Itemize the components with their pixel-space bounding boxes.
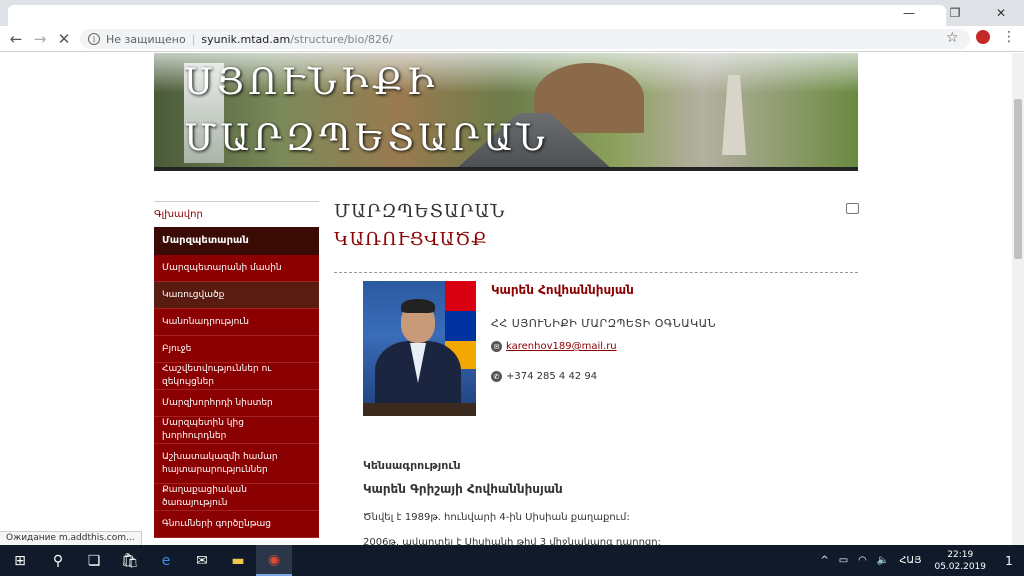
- forward-icon[interactable]: →: [30, 29, 50, 49]
- system-tray: ^ ▭ ◠ 🔈 ՀԱՅ 22:19 05.02.2019 1: [815, 545, 1024, 576]
- sidebar-item-council-sessions[interactable]: Մարզխորհրդի նիստեր: [154, 390, 319, 417]
- windows-start-icon[interactable]: ⊞: [0, 545, 40, 576]
- main-content: ՄԱՐԶՊԵՏԱՐԱՆ ԿԱՌՈՒՑՎԱԾՔ Կարեն Հովհաննիսյա…: [334, 201, 859, 545]
- content-divider: [334, 272, 858, 273]
- browser-menu-icon[interactable]: ⋮: [1002, 29, 1016, 45]
- sidebar-item-about[interactable]: Մարզպետարանի մասին: [154, 255, 319, 282]
- person-email: ✉ karenhov189@mail.ru: [491, 341, 617, 352]
- close-icon[interactable]: ✕: [978, 0, 1024, 26]
- sidebar-item-procurement[interactable]: Գնումների գործընթաց: [154, 511, 319, 538]
- bookmark-star-icon[interactable]: ☆: [946, 30, 959, 46]
- windows-taskbar: ⊞ ⚲ ❏ 🛍 e ✉ ▬ ◉ ^ ▭ ◠ 🔈 ՀԱՅ 22:19 05.02.…: [0, 545, 1024, 576]
- banner-border: [154, 167, 858, 171]
- bio-full-name: Կարեն Գրիշայի Հովհաննիսյան: [363, 482, 563, 496]
- store-icon[interactable]: 🛍: [112, 545, 148, 576]
- email-link[interactable]: karenhov189@mail.ru: [506, 341, 617, 352]
- phone-number: +374 285 4 42 94: [506, 371, 598, 382]
- bio-heading: Կենսագրություն: [363, 459, 461, 472]
- edge-icon[interactable]: e: [148, 545, 184, 576]
- sidebar-item-staff-announcements[interactable]: Աշխատակազմի համար հայտարարություններ: [154, 444, 319, 484]
- address-separator: |: [191, 32, 196, 46]
- input-language[interactable]: ՀԱՅ: [899, 555, 921, 566]
- status-bubble: Ожидание m.addthis.com...: [0, 531, 142, 545]
- page-title: ՄԱՐԶՊԵՏԱՐԱՆ: [334, 201, 506, 222]
- sidebar-item-civil-service[interactable]: Քաղաքացիական ծառայություն: [154, 484, 319, 511]
- browser-title-bar: — ❐ ✕: [0, 0, 1024, 26]
- banner-title-line1: ՍՅՈՒՆԻՔԻ: [184, 62, 439, 103]
- scrollbar-thumb[interactable]: [1014, 99, 1022, 259]
- search-icon[interactable]: ⚲: [40, 545, 76, 576]
- photo-hair: [401, 299, 435, 313]
- sidebar-item-charter[interactable]: Կանոնադրություն: [154, 309, 319, 336]
- browser-toolbar: ← → ✕ i Не защищено | syunik.mtad.am /st…: [0, 26, 1024, 52]
- page-scrollbar[interactable]: [1012, 53, 1024, 545]
- clock-time: 22:19: [947, 549, 974, 560]
- address-bar[interactable]: i Не защищено | syunik.mtad.am /structur…: [80, 29, 970, 49]
- page-viewport: ՍՅՈՒՆԻՔԻ ՄԱՐԶՊԵՏԱՐԱՆ Գլխավոր Մարզպետարան…: [0, 53, 1012, 545]
- flag-blue-stripe: [445, 311, 476, 341]
- print-icon[interactable]: [846, 203, 859, 214]
- page-subtitle: ԿԱՌՈՒՑՎԱԾՔ: [334, 229, 488, 250]
- sidebar-item-structure[interactable]: Կառուցվածք: [154, 282, 319, 309]
- task-view-icon[interactable]: ❏: [76, 545, 112, 576]
- network-icon[interactable]: ▭: [839, 555, 848, 566]
- url-path: /structure/bio/826/: [290, 32, 393, 46]
- bio-paragraph: 2006թ. ավարտել է Սիսիանի թիվ 3 միջնակարգ…: [363, 537, 661, 545]
- back-icon[interactable]: ←: [6, 29, 26, 49]
- browser-tab[interactable]: [8, 5, 946, 26]
- person-photo: [363, 281, 476, 416]
- wifi-icon[interactable]: ◠: [858, 555, 867, 566]
- minimize-icon[interactable]: —: [886, 0, 932, 26]
- bio-paragraph: Ծնվել է 1989թ. հունվարի 4-ին Սիսիան քաղա…: [363, 512, 630, 523]
- window-controls: — ❐ ✕: [886, 0, 1024, 26]
- sidebar-item-councils[interactable]: Մարզպետին կից խորհուրդներ: [154, 417, 319, 444]
- info-icon[interactable]: i: [88, 33, 100, 45]
- extension-icon[interactable]: [976, 30, 990, 44]
- file-explorer-icon[interactable]: ▬: [220, 545, 256, 576]
- phone-icon: ✆: [491, 371, 502, 382]
- banner-title: ՍՅՈՒՆԻՔԻ ՄԱՐԶՊԵՏԱՐԱՆ: [184, 55, 549, 167]
- security-label: Не защищено: [106, 32, 186, 46]
- notification-center-icon[interactable]: 1: [994, 554, 1024, 568]
- photo-desk: [363, 403, 476, 416]
- person-phone: ✆ +374 285 4 42 94: [491, 371, 597, 382]
- volume-icon[interactable]: 🔈: [877, 555, 889, 566]
- flag-red-stripe: [445, 281, 476, 311]
- sidebar-item-reports[interactable]: Հաշվետվություններ ու զեկույցներ: [154, 363, 319, 390]
- taskbar-clock[interactable]: 22:19 05.02.2019: [934, 549, 986, 573]
- banner-title-line2: ՄԱՐԶՊԵՏԱՐԱՆ: [184, 118, 549, 159]
- stop-icon[interactable]: ✕: [54, 29, 74, 49]
- url-host: syunik.mtad.am: [201, 32, 291, 46]
- clock-date: 05.02.2019: [934, 561, 986, 572]
- sidebar-home-link[interactable]: Գլխավոր: [154, 201, 319, 227]
- person-position: ՀՀ ՍՅՈՒՆԻՔԻ ՄԱՐԶՊԵՏԻ ՕԳՆԱԿԱՆ: [491, 317, 717, 330]
- person-name: Կարեն Հովհաննիսյան: [491, 283, 634, 297]
- site-banner[interactable]: ՍՅՈՒՆԻՔԻ ՄԱՐԶՊԵՏԱՐԱՆ: [154, 53, 858, 171]
- notification-count: 1: [1005, 553, 1013, 568]
- chrome-icon[interactable]: ◉: [256, 545, 292, 576]
- email-icon: ✉: [491, 341, 502, 352]
- sidebar-header[interactable]: Մարզպետարան: [154, 227, 319, 255]
- sidebar-item-budget[interactable]: Բյուջե: [154, 336, 319, 363]
- chevron-up-icon[interactable]: ^: [820, 555, 828, 566]
- restore-icon[interactable]: ❐: [932, 0, 978, 26]
- sidebar-nav: Գլխավոր Մարզպետարան Մարզպետարանի մասին Կ…: [154, 201, 319, 538]
- mail-icon[interactable]: ✉: [184, 545, 220, 576]
